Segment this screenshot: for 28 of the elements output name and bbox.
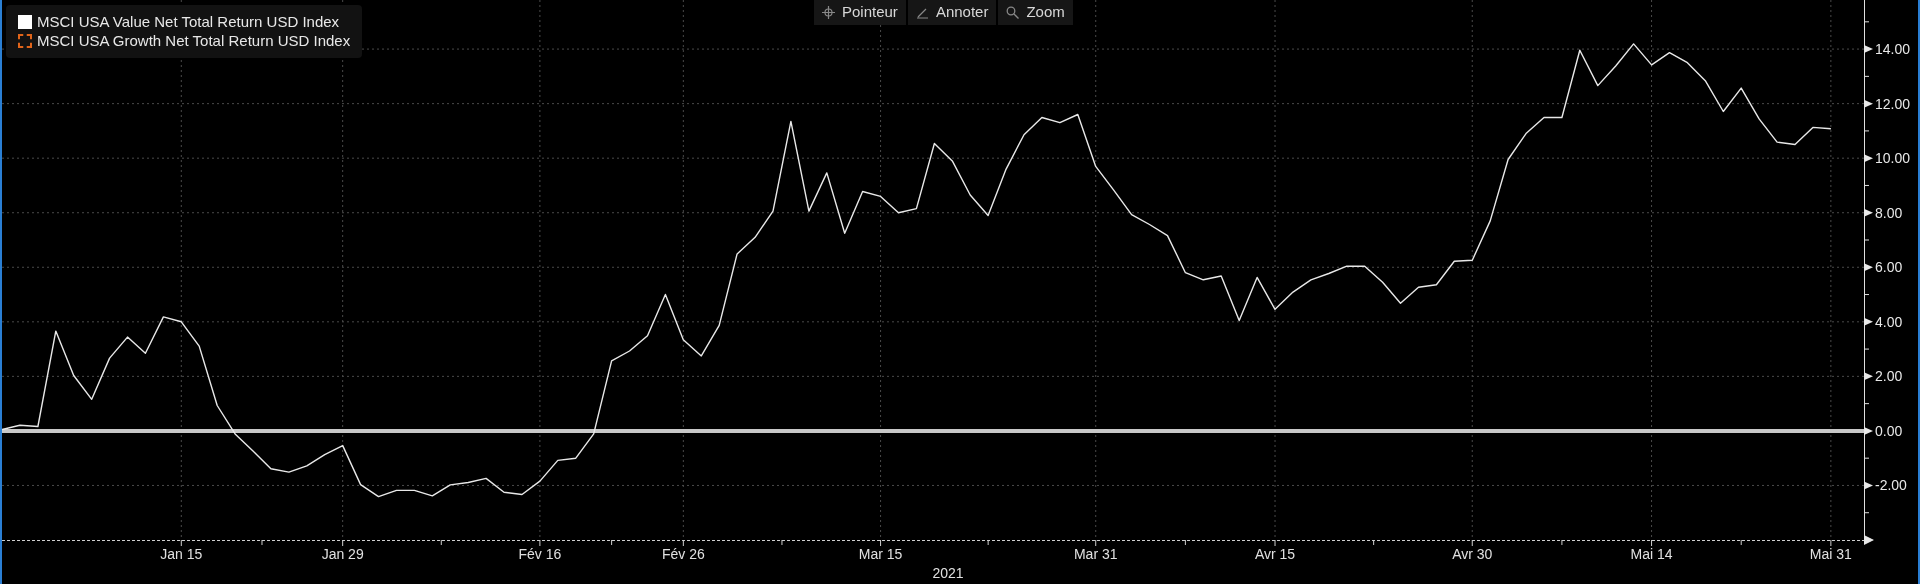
x-tick-label: Mar 15 <box>858 546 903 562</box>
legend-label: MSCI USA Growth Net Total Return USD Index <box>37 32 351 50</box>
y-tick-label: 2.00 <box>1875 368 1903 385</box>
x-tick-label: Fév 16 <box>518 546 562 562</box>
y-tick-label: 10.00 <box>1875 150 1911 167</box>
x-tick-label: Mar 31 <box>1073 546 1118 562</box>
x-tick-label: Avr 30 <box>1452 546 1493 562</box>
y-tick-label: 8.00 <box>1875 204 1903 221</box>
x-tick-label: Mai 31 <box>1809 546 1852 562</box>
crosshair-icon <box>822 6 835 19</box>
toolbar-button[interactable]: Annoter <box>907 0 997 25</box>
x-tick-label: Fév 26 <box>661 546 705 562</box>
x-tick-label: Jan 15 <box>160 546 203 562</box>
y-tick-label: 0.00 <box>1875 422 1903 439</box>
axis-title: 2021 <box>932 565 964 581</box>
x-tick-label: Mai 14 <box>1630 546 1673 562</box>
search-icon <box>1006 6 1020 19</box>
y-tick-label: 14.00 <box>1875 41 1911 58</box>
toolbar-button[interactable]: Pointeur <box>814 0 906 25</box>
toolbar-button[interactable]: Zoom <box>998 0 1073 25</box>
pencil-icon <box>915 6 929 19</box>
legend-label: MSCI USA Value Net Total Return USD Index <box>37 13 340 31</box>
x-tick-label: Jan 29 <box>321 546 364 562</box>
x-tick-label: Avr 15 <box>1254 546 1296 562</box>
y-tick-label: 4.00 <box>1875 313 1903 330</box>
y-tick-label: 6.00 <box>1875 259 1903 276</box>
y-tick-label: -2.00 <box>1875 477 1907 494</box>
y-tick-label: 12.00 <box>1875 95 1911 112</box>
